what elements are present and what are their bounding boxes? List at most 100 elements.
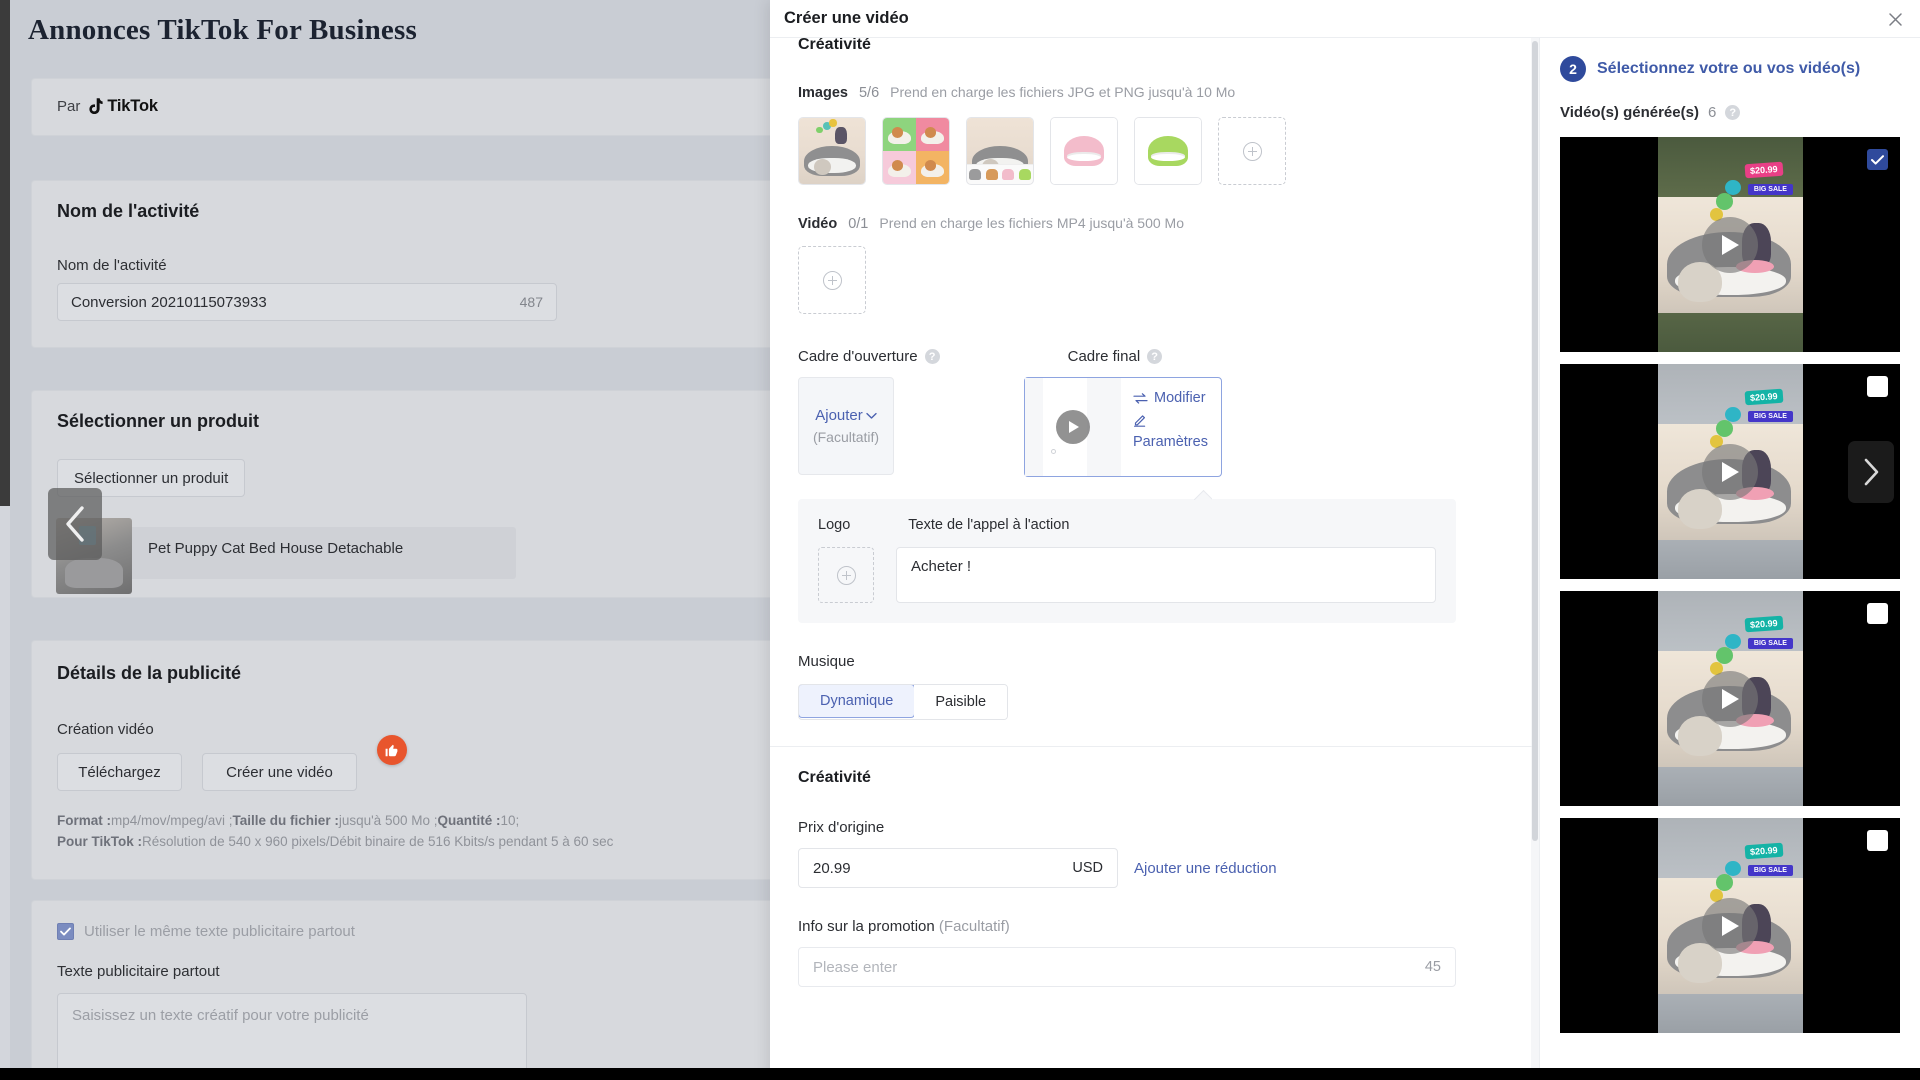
activity-name-input[interactable]: Conversion 20210115073933 487 xyxy=(57,283,557,321)
image-thumb-3[interactable] xyxy=(966,117,1034,185)
note-tiktok-key: Pour TikTok : xyxy=(57,833,143,849)
add-discount-link[interactable]: Ajouter une réduction xyxy=(1134,860,1277,877)
video-price-badge: $20.99 xyxy=(1744,615,1783,633)
play-icon[interactable] xyxy=(1702,443,1758,500)
activity-name-counter: 487 xyxy=(519,294,543,310)
ad-text-textarea[interactable]: Saisissez un texte créatif pour votre pu… xyxy=(57,993,527,1080)
promo-label: Info sur la promotion xyxy=(798,918,935,935)
activity-field-label: Nom de l'activité xyxy=(57,257,167,274)
video-card-3[interactable]: $20.99 BIG SALE xyxy=(1560,591,1900,806)
promo-label-row: Info sur la promotion (Facultatif) xyxy=(798,918,1532,935)
video-card-4[interactable]: $20.99 BIG SALE xyxy=(1560,818,1900,1033)
music-option-dynamique[interactable]: Dynamique xyxy=(799,685,916,718)
note-qty-val: 10; xyxy=(500,813,520,828)
modal-title: Créer une vidéo xyxy=(784,9,909,27)
tiktok-wordmark: TikTok xyxy=(107,97,158,115)
help-icon[interactable]: ? xyxy=(1147,349,1163,364)
ad-details-card: Détails de la publicité Création vidéo T… xyxy=(31,640,790,880)
promo-optional: (Facultatif) xyxy=(938,918,1010,935)
video-sale-badge: BIG SALE xyxy=(1747,638,1793,650)
section-divider xyxy=(770,746,1532,747)
step-header: 2 Sélectionnez votre ou vos vidéo(s) xyxy=(1540,56,1920,82)
final-frame-modify-label: Modifier xyxy=(1154,390,1206,406)
video-next-button[interactable] xyxy=(1848,440,1894,503)
music-option-paisible[interactable]: Paisible xyxy=(914,685,1008,719)
final-frame-preview[interactable] xyxy=(1025,378,1121,476)
video-creation-label: Création vidéo xyxy=(57,721,154,738)
background-page: Annonces TikTok For Business Par TikTok xyxy=(0,0,790,1080)
image-thumb-2[interactable] xyxy=(882,117,950,185)
final-frame-settings-button[interactable] xyxy=(1133,413,1221,427)
video-sale-badge: BIG SALE xyxy=(1747,184,1793,196)
cta-logo-upload[interactable] xyxy=(818,547,874,603)
promo-input[interactable]: Please enter 45 xyxy=(798,947,1456,987)
video-checkbox-2[interactable] xyxy=(1867,376,1888,397)
creativite-heading: Créativité xyxy=(798,769,871,786)
carousel-prev-button[interactable] xyxy=(48,488,102,560)
image-thumb-4[interactable] xyxy=(1050,117,1118,185)
upload-video-button[interactable]: Téléchargez xyxy=(57,753,182,791)
modal-body: Créativité Images 5/6 Prend en charge le… xyxy=(770,38,1920,1080)
opening-frame-optional: (Facultatif) xyxy=(812,429,880,445)
ad-text-field-label: Texte publicitaire partout xyxy=(57,963,220,980)
activity-name-value: Conversion 20210115073933 xyxy=(71,293,267,311)
product-section-title: Sélectionner un produit xyxy=(57,411,260,431)
final-frame-modify-button[interactable]: Modifier xyxy=(1133,390,1221,406)
opening-frame-add-box[interactable]: Ajouter (Facultatif) xyxy=(798,377,894,475)
note-tiktok-val: Résolution de 540 x 960 pixels/Débit bin… xyxy=(142,833,614,849)
image-thumb-1[interactable] xyxy=(798,117,866,185)
image-thumb-5[interactable] xyxy=(1134,117,1202,185)
modal-form-scrollbar[interactable] xyxy=(1531,38,1539,1080)
add-video-slot[interactable] xyxy=(798,246,866,314)
same-text-checkbox[interactable] xyxy=(57,923,74,940)
play-icon xyxy=(1056,410,1090,444)
price-input[interactable]: 20.99 USD xyxy=(798,848,1118,888)
ad-text-card: Utiliser le même texte publicitaire part… xyxy=(31,900,790,1080)
modal-form-scrollbar-thumb[interactable] xyxy=(1532,41,1538,841)
close-icon[interactable] xyxy=(1884,8,1906,30)
note-format-key: Format : xyxy=(57,813,111,828)
final-frame-box[interactable]: Modifier Paramètres xyxy=(1024,377,1222,477)
help-icon[interactable]: ? xyxy=(924,349,940,364)
activity-section-title: Nom de l'activité xyxy=(57,201,200,221)
video-card-2[interactable]: $20.99 BIG SALE xyxy=(1560,364,1900,579)
page-scrollbar[interactable] xyxy=(0,0,10,1080)
music-segmented-control[interactable]: Dynamique Paisible xyxy=(798,684,1009,720)
play-icon[interactable] xyxy=(1702,216,1758,273)
video-format-note: Format :mp4/mov/mpeg/avi ;Taille du fich… xyxy=(57,811,777,853)
video-hint: Prend en charge les fichiers MP4 jusqu'à… xyxy=(879,215,1185,231)
images-label: Images xyxy=(798,85,848,101)
video-checkbox-3[interactable] xyxy=(1867,603,1888,624)
same-text-checkbox-label: Utiliser le même texte publicitaire part… xyxy=(84,923,355,940)
plus-icon xyxy=(822,270,842,290)
video-checkbox-1[interactable] xyxy=(1867,149,1888,170)
images-count: 5/6 xyxy=(858,85,880,101)
check-icon xyxy=(60,927,71,936)
help-icon[interactable]: ? xyxy=(1725,105,1741,120)
pencil-icon xyxy=(1134,415,1146,427)
play-icon[interactable] xyxy=(1702,897,1758,954)
step-badge: 2 xyxy=(1560,56,1586,82)
video-card-1[interactable]: $20.99 BIG SALE xyxy=(1560,137,1900,352)
video-checkbox-4[interactable] xyxy=(1867,830,1888,851)
frames-labels-row: Cadre d'ouverture ? Cadre final ? xyxy=(798,348,1532,365)
image-thumbnail-list xyxy=(798,117,1532,185)
note-size-val: jusqu'à 500 Mo ; xyxy=(338,813,438,828)
add-image-slot[interactable] xyxy=(1218,117,1286,185)
same-text-checkbox-row[interactable]: Utiliser le même texte publicitaire part… xyxy=(57,923,355,940)
modal-header: Créer une vidéo xyxy=(770,0,1920,38)
page-scrollbar-thumb[interactable] xyxy=(0,0,10,506)
play-icon[interactable] xyxy=(1702,670,1758,727)
create-video-button[interactable]: Créer une vidéo xyxy=(202,753,357,791)
video-header-row: Vidéo 0/1 Prend en charge les fichiers M… xyxy=(798,215,1532,232)
opening-frame-add-button[interactable]: Ajouter xyxy=(815,407,877,424)
cta-text-input[interactable]: Acheter ! xyxy=(896,547,1436,603)
cta-logo-label: Logo xyxy=(818,517,851,533)
generated-videos-label: Vidéo(s) générée(s) xyxy=(1560,104,1699,121)
creativite-top-heading: Créativité xyxy=(798,38,871,53)
generated-videos-header: Vidéo(s) générée(s) 6 ? xyxy=(1540,104,1920,121)
video-selection-panel: 2 Sélectionnez votre ou vos vidéo(s) Vid… xyxy=(1540,38,1920,1080)
video-price-badge: $20.99 xyxy=(1744,842,1783,860)
tiktok-logo: TikTok xyxy=(87,97,158,116)
thumbs-up-cursor-icon xyxy=(377,735,407,765)
